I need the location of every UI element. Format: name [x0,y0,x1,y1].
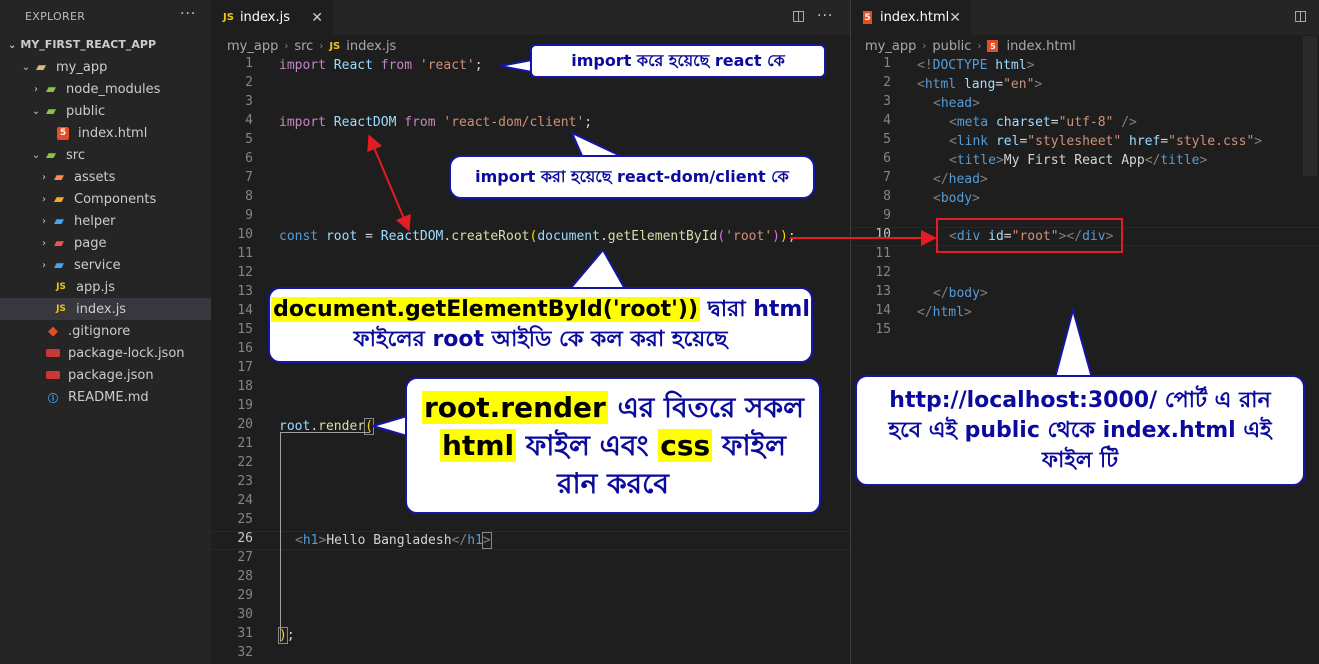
highlighted-code: root.render [421,390,608,424]
callout-root-render: root.render এর বিতরে সকল html ফাইল এবং c… [405,377,821,514]
callout-text: ফাইল [712,428,786,462]
callout-text: ফাইল এবং [516,428,659,462]
callout-import-react-dom: import করা হয়েছে react-dom/client কে [449,155,815,199]
callout-import-react: import করে হয়েছে react কে [530,44,826,78]
callout-localhost: http://localhost:3000/ পোর্ট এ রান হবে এ… [855,375,1305,486]
highlighted-code: html [440,428,517,462]
callout-text: হবে এই public থেকে index.html এই [888,417,1272,443]
arrow-reactdom-link [367,134,411,232]
callout-text: দ্বারা html [700,297,810,322]
highlighted-code: css [658,428,713,462]
highlighted-code: document.getElementById('root')) [271,297,700,322]
callout-tail [567,248,627,290]
callout-tail [369,414,408,438]
callout-text: রান করবে [557,466,669,500]
callout-text: import করে হয়েছে react কে [571,50,785,70]
callout-text: ফাইলের root আইডি কে কল করা হয়েছে [353,327,728,352]
callout-tail [1053,306,1094,379]
callout-text: এর বিতরে সকল [607,390,805,424]
callout-text: import করা হয়েছে react-dom/client কে [475,166,789,186]
callout-get-element-by-id: document.getElementById('root')) দ্বারা … [268,287,813,363]
callout-text: ফাইল টি [1041,447,1119,473]
callout-text: http://localhost:3000/ পোর্ট এ রান [889,387,1271,413]
callout-tail [499,58,533,74]
